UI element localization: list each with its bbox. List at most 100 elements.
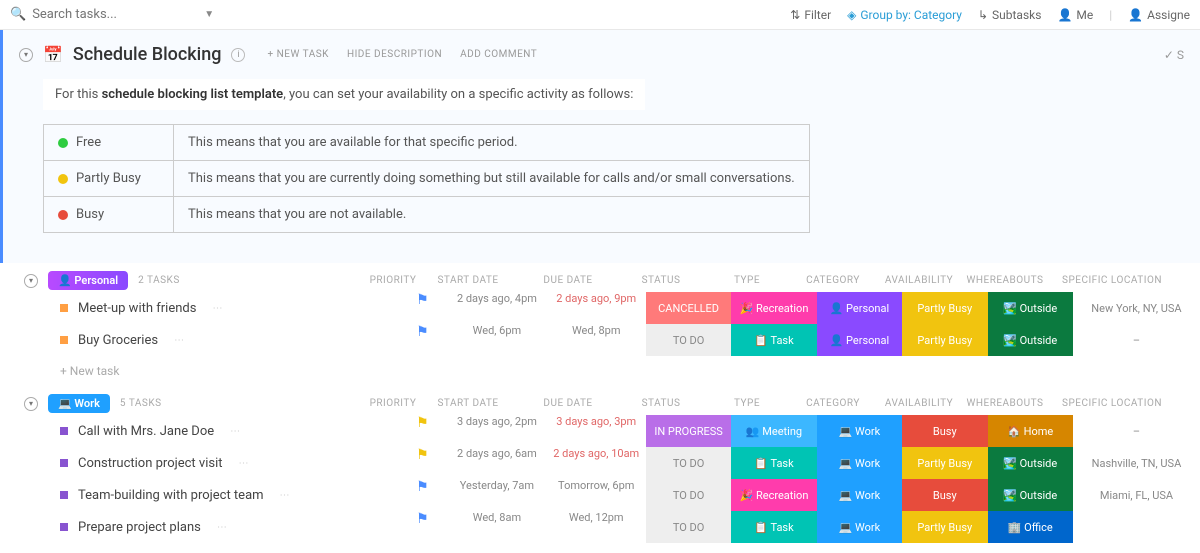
task-row[interactable]: Prepare project plans ⋯ ⚑ Wed, 8am Wed, … xyxy=(0,511,1200,543)
status-cell[interactable]: TO DO xyxy=(646,479,731,511)
column-header[interactable]: AVAILABILITY xyxy=(876,398,962,409)
whereabouts-cell[interactable]: 🏠 Home xyxy=(988,415,1073,447)
ellipsis-icon[interactable]: ⋯ xyxy=(239,458,249,469)
location-cell[interactable]: – xyxy=(1073,324,1200,356)
add-comment-link[interactable]: ADD COMMENT xyxy=(460,49,537,60)
group-pill-work[interactable]: 💻 Work xyxy=(48,394,110,413)
due-date[interactable]: Tomorrow, 6pm xyxy=(547,479,646,511)
column-header[interactable]: DUE DATE xyxy=(518,398,618,409)
whereabouts-cell[interactable]: 🏢 Office xyxy=(988,511,1073,543)
status-square[interactable] xyxy=(60,459,68,467)
chevron-down-icon[interactable]: ▼ xyxy=(204,9,214,20)
location-cell[interactable]: – xyxy=(1073,415,1200,447)
start-date[interactable]: 2 days ago, 4pm xyxy=(447,292,546,324)
column-header[interactable]: DUE DATE xyxy=(518,275,618,286)
status-cell[interactable]: CANCELLED xyxy=(646,292,731,324)
group-collapse-toggle[interactable]: ▾ xyxy=(24,274,38,288)
task-row[interactable]: Meet-up with friends ⋯ ⚑ 2 days ago, 4pm… xyxy=(0,292,1200,324)
priority-flag[interactable]: ⚑ xyxy=(398,479,448,511)
groupby-button[interactable]: ◈ Group by: Category xyxy=(847,8,962,22)
location-cell[interactable] xyxy=(1073,511,1200,543)
column-header[interactable]: PRIORITY xyxy=(368,398,418,409)
new-task-button[interactable]: + New task xyxy=(0,356,1200,386)
priority-flag[interactable]: ⚑ xyxy=(398,292,448,324)
location-cell[interactable]: Miami, FL, USA xyxy=(1073,479,1200,511)
whereabouts-cell[interactable]: 🏞️ Outside xyxy=(988,324,1073,356)
whereabouts-cell[interactable]: 🏞️ Outside xyxy=(988,479,1073,511)
type-cell[interactable]: 🎉 Recreation xyxy=(731,479,816,511)
status-square[interactable] xyxy=(60,336,68,344)
priority-flag[interactable]: ⚑ xyxy=(398,415,448,447)
due-date[interactable]: 2 days ago, 10am xyxy=(547,447,646,479)
task-row[interactable]: Team-building with project team ⋯ ⚑ Yest… xyxy=(0,479,1200,511)
search-input[interactable] xyxy=(32,7,192,22)
task-row[interactable]: Buy Groceries ⋯ ⚑ Wed, 6pm Wed, 8pm TO D… xyxy=(0,324,1200,356)
ellipsis-icon[interactable]: ⋯ xyxy=(212,303,222,314)
info-icon[interactable]: i xyxy=(231,48,245,62)
category-cell[interactable]: 👤 Personal xyxy=(817,292,902,324)
start-date[interactable]: 2 days ago, 6am xyxy=(447,447,546,479)
status-cell[interactable]: TO DO xyxy=(646,447,731,479)
task-name[interactable]: Meet-up with friends xyxy=(78,301,196,316)
priority-flag[interactable]: ⚑ xyxy=(398,447,448,479)
column-header[interactable]: CATEGORY xyxy=(790,275,876,286)
status-cell[interactable]: TO DO xyxy=(646,511,731,543)
column-header[interactable]: START DATE xyxy=(418,398,518,409)
category-cell[interactable]: 👤 Personal xyxy=(817,324,902,356)
whereabouts-cell[interactable]: 🏞️ Outside xyxy=(988,447,1073,479)
me-button[interactable]: 👤 Me xyxy=(1057,8,1093,22)
category-cell[interactable]: 💻 Work xyxy=(817,415,902,447)
location-cell[interactable]: New York, NY, USA xyxy=(1073,292,1200,324)
type-cell[interactable]: 📋 Task xyxy=(731,447,816,479)
group-pill-personal[interactable]: 👤 Personal xyxy=(48,271,128,290)
column-header[interactable]: STATUS xyxy=(618,275,704,286)
status-square[interactable] xyxy=(60,523,68,531)
status-square[interactable] xyxy=(60,491,68,499)
column-header[interactable]: TYPE xyxy=(704,275,790,286)
availability-cell[interactable]: Partly Busy xyxy=(902,511,987,543)
location-cell[interactable]: Nashville, TN, USA xyxy=(1073,447,1200,479)
ellipsis-icon[interactable]: ⋯ xyxy=(230,426,240,437)
column-header[interactable]: STATUS xyxy=(618,398,704,409)
ellipsis-icon[interactable]: ⋯ xyxy=(280,490,290,501)
column-header[interactable]: PRIORITY xyxy=(368,275,418,286)
start-date[interactable]: 3 days ago, 2pm xyxy=(447,415,546,447)
task-name[interactable]: Construction project visit xyxy=(78,456,223,471)
column-header[interactable]: CATEGORY xyxy=(790,398,876,409)
category-cell[interactable]: 💻 Work xyxy=(817,447,902,479)
status-square[interactable] xyxy=(60,427,68,435)
column-header[interactable]: START DATE xyxy=(418,275,518,286)
whereabouts-cell[interactable]: 🏞️ Outside xyxy=(988,292,1073,324)
ellipsis-icon[interactable]: ⋯ xyxy=(217,522,227,533)
status-cell[interactable]: IN PROGRESS xyxy=(646,415,731,447)
column-header[interactable]: AVAILABILITY xyxy=(876,275,962,286)
task-name[interactable]: Prepare project plans xyxy=(78,520,201,535)
type-cell[interactable]: 👥 Meeting xyxy=(731,415,816,447)
column-header[interactable]: WHEREABOUTS xyxy=(962,398,1048,409)
task-name[interactable]: Team-building with project team xyxy=(78,488,264,503)
column-header[interactable]: WHEREABOUTS xyxy=(962,275,1048,286)
hide-description-link[interactable]: HIDE DESCRIPTION xyxy=(347,49,442,60)
due-date[interactable]: 3 days ago, 3pm xyxy=(547,415,646,447)
priority-flag[interactable]: ⚑ xyxy=(398,324,448,356)
filter-button[interactable]: ⇅ Filter xyxy=(790,8,831,22)
due-date[interactable]: Wed, 12pm xyxy=(547,511,646,543)
task-row[interactable]: Construction project visit ⋯ ⚑ 2 days ag… xyxy=(0,447,1200,479)
category-cell[interactable]: 💻 Work xyxy=(817,511,902,543)
column-header[interactable]: SPECIFIC LOCATION xyxy=(1048,398,1176,409)
ellipsis-icon[interactable]: ⋯ xyxy=(174,335,184,346)
priority-flag[interactable]: ⚑ xyxy=(398,511,448,543)
group-collapse-toggle[interactable]: ▾ xyxy=(24,397,38,411)
new-task-link[interactable]: + NEW TASK xyxy=(267,49,328,60)
status-square[interactable] xyxy=(60,304,68,312)
category-cell[interactable]: 💻 Work xyxy=(817,479,902,511)
column-header[interactable]: SPECIFIC LOCATION xyxy=(1048,275,1176,286)
start-date[interactable]: Wed, 8am xyxy=(447,511,546,543)
status-cell[interactable]: TO DO xyxy=(646,324,731,356)
availability-cell[interactable]: Partly Busy xyxy=(902,447,987,479)
type-cell[interactable]: 📋 Task xyxy=(731,511,816,543)
type-cell[interactable]: 🎉 Recreation xyxy=(731,292,816,324)
type-cell[interactable]: 📋 Task xyxy=(731,324,816,356)
availability-cell[interactable]: Busy xyxy=(902,479,987,511)
assignee-button[interactable]: 👤 Assigne xyxy=(1128,8,1190,22)
